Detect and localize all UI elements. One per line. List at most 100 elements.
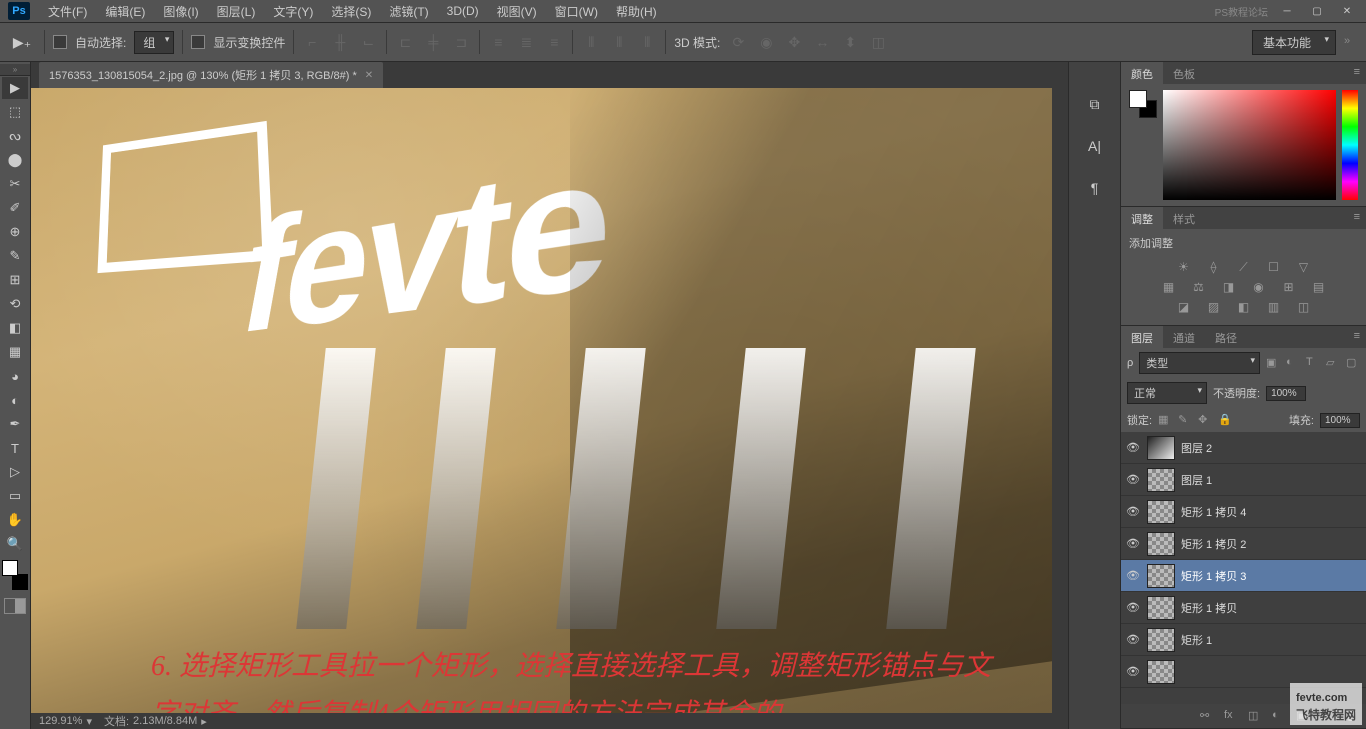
menu-type[interactable]: 文字(Y)	[265, 0, 321, 23]
layer-row[interactable]: 👁矩形 1 拷贝	[1121, 592, 1366, 624]
shape-tool[interactable]: ▭	[2, 485, 28, 507]
3d-slide-icon[interactable]: ↔	[812, 32, 832, 52]
layer-fx-icon[interactable]: fx	[1224, 709, 1238, 723]
layer-thumbnail[interactable]	[1147, 660, 1175, 684]
layer-row[interactable]: 👁 矩形 1 拷贝 3	[1121, 560, 1366, 592]
menu-edit[interactable]: 编辑(E)	[97, 0, 153, 23]
toolbox-expand[interactable]: »	[0, 64, 30, 76]
layer-filter-dropdown[interactable]: 类型	[1139, 352, 1260, 374]
visibility-icon[interactable]: 👁	[1125, 633, 1141, 646]
visibility-icon[interactable]: 👁	[1125, 441, 1141, 454]
layer-row[interactable]: 👁 矩形 1 拷贝 2	[1121, 528, 1366, 560]
tab-layers[interactable]: 图层	[1121, 326, 1163, 348]
menu-layer[interactable]: 图层(L)	[209, 0, 264, 23]
hue-slider[interactable]	[1342, 90, 1358, 200]
adj-mixer-icon[interactable]: ⊞	[1280, 279, 1298, 295]
vertical-scrollbar[interactable]	[1052, 88, 1068, 713]
adj-posterize-icon[interactable]: ▨	[1205, 299, 1223, 315]
adj-hue-icon[interactable]: ▦	[1160, 279, 1178, 295]
lock-paint-icon[interactable]: ✎	[1178, 413, 1192, 427]
layer-row[interactable]: 👁矩形 1 拷贝 4	[1121, 496, 1366, 528]
visibility-icon[interactable]: 👁	[1125, 537, 1141, 550]
3d-orbit-icon[interactable]: ⟳	[728, 32, 748, 52]
layer-name[interactable]: 矩形 1	[1181, 632, 1212, 648]
auto-select-dropdown[interactable]: 组	[134, 31, 174, 54]
layer-name[interactable]: 矩形 1 拷贝 2	[1181, 536, 1246, 552]
eraser-tool[interactable]: ◧	[2, 317, 28, 339]
crop-tool[interactable]: ✂	[2, 173, 28, 195]
adj-balance-icon[interactable]: ⚖	[1190, 279, 1208, 295]
color-swatch[interactable]	[2, 560, 28, 590]
dist-hcenter-icon[interactable]: ⦀	[609, 32, 629, 52]
layer-name[interactable]: 图层 1	[1181, 472, 1212, 488]
stamp-tool[interactable]: ⊞	[2, 269, 28, 291]
adj-threshold-icon[interactable]: ◧	[1235, 299, 1253, 315]
horizontal-scrollbar[interactable]: 129.91%▾ 文档:2.13M/8.84M▸	[31, 713, 1068, 729]
dist-top-icon[interactable]: ≡	[488, 32, 508, 52]
path-tool[interactable]: ▷	[2, 461, 28, 483]
current-tool-icon[interactable]: ▶₊	[8, 31, 36, 53]
adj-selective-icon[interactable]: ◫	[1295, 299, 1313, 315]
adj-photo-icon[interactable]: ◉	[1250, 279, 1268, 295]
menu-help[interactable]: 帮助(H)	[608, 0, 665, 23]
adj-gradient-icon[interactable]: ▥	[1265, 299, 1283, 315]
layer-mask-icon[interactable]: ◫	[1248, 709, 1262, 723]
dist-vcenter-icon[interactable]: ≣	[516, 32, 536, 52]
fill-value[interactable]: 100%	[1320, 413, 1360, 428]
visibility-icon[interactable]: 👁	[1125, 569, 1141, 582]
window-close[interactable]: ✕	[1336, 3, 1358, 19]
lasso-tool[interactable]: ᔓ	[2, 125, 28, 147]
menu-view[interactable]: 视图(V)	[489, 0, 545, 23]
menu-image[interactable]: 图像(I)	[155, 0, 206, 23]
tab-close-icon[interactable]: ✕	[365, 70, 373, 81]
dist-left-icon[interactable]: ⦀	[581, 32, 601, 52]
3d-pan-icon[interactable]: ✥	[784, 32, 804, 52]
lock-pos-icon[interactable]: ✥	[1198, 413, 1212, 427]
canvas[interactable]: fevte 6. 选择矩形工具拉一个矩形，选择直接选择工具，调整矩形锚点与文字对…	[31, 88, 1068, 729]
document-tab[interactable]: 1576353_130815054_2.jpg @ 130% (矩形 1 拷贝 …	[39, 62, 383, 88]
tab-color[interactable]: 颜色	[1121, 62, 1163, 84]
align-left-icon[interactable]: ⊏	[395, 32, 415, 52]
filter-shape-icon[interactable]: ▱	[1326, 356, 1340, 370]
healing-tool[interactable]: ⊕	[2, 221, 28, 243]
menu-filter[interactable]: 滤镜(T)	[381, 0, 436, 23]
adj-invert-icon[interactable]: ◪	[1175, 299, 1193, 315]
tab-styles[interactable]: 样式	[1163, 207, 1205, 229]
move-tool[interactable]: ▶	[2, 77, 28, 99]
visibility-icon[interactable]: 👁	[1125, 505, 1141, 518]
layer-thumbnail[interactable]	[1147, 628, 1175, 652]
color-fgbg[interactable]	[1129, 90, 1157, 200]
blend-mode-dropdown[interactable]: 正常	[1127, 382, 1207, 404]
layer-row[interactable]: 👁 图层 2	[1121, 432, 1366, 464]
layer-thumbnail[interactable]	[1147, 564, 1175, 588]
adjustment-layer-icon[interactable]: ◐	[1272, 709, 1286, 723]
dist-right-icon[interactable]: ⦀	[637, 32, 657, 52]
menu-select[interactable]: 选择(S)	[323, 0, 379, 23]
history-panel-icon[interactable]: ⧉	[1083, 92, 1107, 116]
menu-file[interactable]: 文件(F)	[40, 0, 95, 23]
layer-thumbnail[interactable]	[1147, 532, 1175, 556]
eyedropper-tool[interactable]: ✐	[2, 197, 28, 219]
filter-type-icon[interactable]: T	[1306, 356, 1320, 370]
layer-thumbnail[interactable]	[1147, 596, 1175, 620]
wand-tool[interactable]: ⬤	[2, 149, 28, 171]
menu-3d[interactable]: 3D(D)	[439, 1, 487, 21]
visibility-icon[interactable]: 👁	[1125, 473, 1141, 486]
layer-name[interactable]: 矩形 1 拷贝 3	[1181, 568, 1246, 584]
dist-bottom-icon[interactable]: ≡	[544, 32, 564, 52]
auto-select-checkbox[interactable]	[53, 35, 67, 49]
visibility-icon[interactable]: 👁	[1125, 665, 1141, 678]
zoom-tool[interactable]: 🔍	[2, 533, 28, 555]
tab-paths[interactable]: 路径	[1205, 326, 1247, 348]
adj-levels-icon[interactable]: ⟠	[1205, 259, 1223, 275]
layer-thumbnail[interactable]	[1147, 436, 1175, 460]
window-maximize[interactable]: ▢	[1306, 3, 1328, 19]
filter-smart-icon[interactable]: ▢	[1346, 356, 1360, 370]
opacity-value[interactable]: 100%	[1266, 386, 1306, 401]
tab-channels[interactable]: 通道	[1163, 326, 1205, 348]
tab-swatches[interactable]: 色板	[1163, 62, 1205, 84]
adj-exposure-icon[interactable]: ☐	[1265, 259, 1283, 275]
menu-window[interactable]: 窗口(W)	[547, 0, 606, 23]
layer-name[interactable]: 图层 2	[1181, 440, 1212, 456]
hand-tool[interactable]: ✋	[2, 509, 28, 531]
